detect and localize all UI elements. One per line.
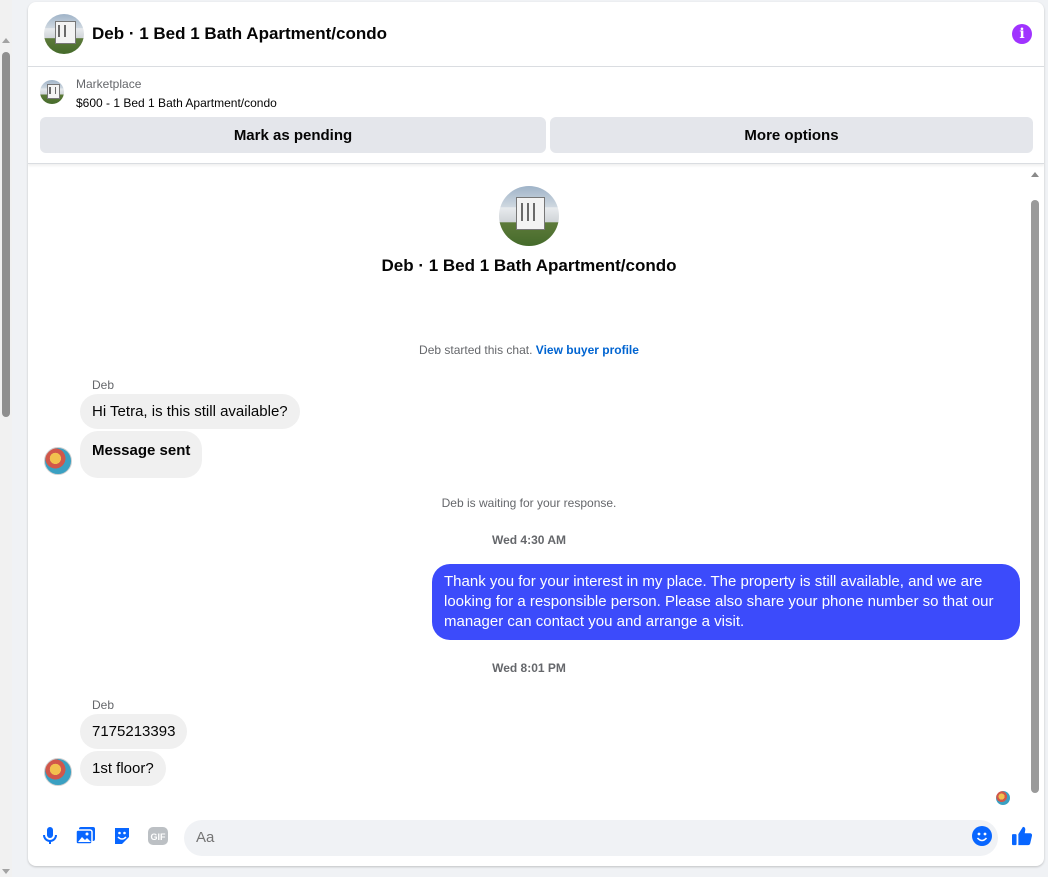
message-scrollbar[interactable] <box>1030 170 1040 794</box>
chat-profile: Deb · 1 Bed 1 Bath Apartment/condo <box>28 186 1030 276</box>
scrollbar-thumb[interactable] <box>2 52 10 417</box>
marketplace-label: Marketplace <box>76 77 142 91</box>
chat-header: Deb · 1 Bed 1 Bath Apartment/condo i <box>28 2 1044 67</box>
message-bubble[interactable]: 7175213393 <box>80 714 188 749</box>
view-buyer-profile-link[interactable]: View buyer profile <box>536 343 639 357</box>
scroll-down-arrow-icon[interactable] <box>2 869 10 874</box>
marketplace-bar: Marketplace $600 - 1 Bed 1 Bath Apartmen… <box>28 68 1044 164</box>
microphone-icon[interactable] <box>40 826 60 846</box>
info-icon[interactable]: i <box>1012 24 1032 44</box>
sender-name: Deb <box>92 378 115 392</box>
scroll-up-arrow-icon[interactable] <box>2 38 10 43</box>
scroll-up-arrow-icon[interactable] <box>1031 172 1039 177</box>
message-bubble[interactable]: Hi Tetra, is this still available? <box>80 394 300 429</box>
chat-panel: Deb · 1 Bed 1 Bath Apartment/condo i Mar… <box>28 2 1044 866</box>
chat-started-text: Deb started this chat. <box>419 343 533 357</box>
profile-avatar[interactable] <box>499 186 559 246</box>
waiting-notice: Deb is waiting for your response. <box>441 496 617 510</box>
scrollbar-thumb[interactable] <box>1031 200 1039 793</box>
chat-started-notice: Deb started this chat. View buyer profil… <box>28 343 1030 357</box>
listing-thumbnail[interactable] <box>40 80 64 104</box>
mark-as-pending-button[interactable]: Mark as pending <box>40 117 546 153</box>
my-message-bubble[interactable]: Thank you for your interest in my place.… <box>432 564 1020 640</box>
message-composer: GIF <box>28 806 1044 866</box>
message-bubble[interactable]: 1st floor? <box>80 751 166 786</box>
user-avatar[interactable] <box>44 447 72 475</box>
timestamp: Wed 8:01 PM <box>492 661 566 675</box>
emoji-icon[interactable] <box>972 826 992 846</box>
user-avatar[interactable] <box>44 758 72 786</box>
message-list: Deb · 1 Bed 1 Bath Apartment/condo Deb s… <box>28 166 1044 806</box>
listing-avatar[interactable] <box>44 14 84 54</box>
listing-title[interactable]: $600 - 1 Bed 1 Bath Apartment/condo <box>76 96 277 110</box>
message-bubble[interactable]: Message sent <box>80 431 203 478</box>
page-scrollbar[interactable] <box>0 0 12 877</box>
timestamp: Wed 4:30 AM <box>491 533 566 547</box>
sender-name: Deb <box>92 698 115 712</box>
chat-title[interactable]: Deb · 1 Bed 1 Bath Apartment/condo <box>92 24 387 44</box>
profile-name: Deb · 1 Bed 1 Bath Apartment/condo <box>381 256 677 275</box>
sticker-icon[interactable] <box>112 826 132 846</box>
gif-label: GIF <box>151 832 167 842</box>
photo-icon[interactable] <box>76 826 96 846</box>
message-input[interactable] <box>184 820 998 856</box>
gif-icon[interactable]: GIF <box>148 826 168 846</box>
like-icon[interactable] <box>1012 826 1032 846</box>
more-options-button[interactable]: More options <box>550 117 1033 153</box>
seen-indicator-avatar <box>996 791 1010 805</box>
